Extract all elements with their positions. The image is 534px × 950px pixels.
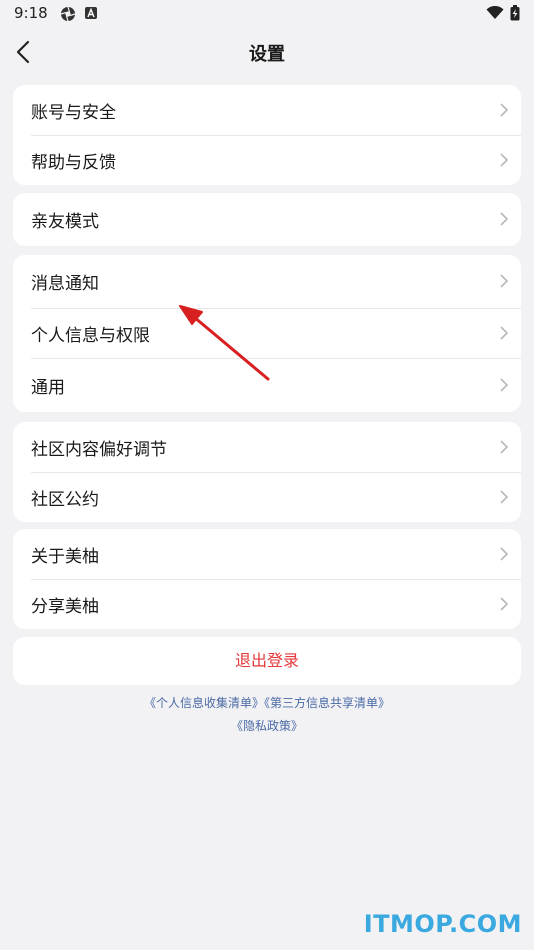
aperture-icon: [60, 6, 76, 22]
settings-group-family: 亲友模式: [13, 193, 521, 246]
policy-links-row: 《个人信息收集清单》《第三方信息共享清单》: [0, 694, 534, 711]
privacy-link-row: 《隐私政策》: [0, 717, 534, 734]
chevron-right-icon: [500, 440, 509, 454]
settings-group-about: 关于美柚 分享美柚: [13, 529, 521, 629]
page-title: 设置: [249, 44, 285, 65]
settings-group-community: 社区内容偏好调节 社区公约: [13, 422, 521, 522]
menu-item-about[interactable]: 关于美柚: [13, 529, 521, 579]
menu-item-privacy-permissions[interactable]: 个人信息与权限: [13, 308, 521, 358]
chevron-right-icon: [500, 378, 509, 392]
menu-item-community-rules[interactable]: 社区公约: [13, 472, 521, 522]
battery-charging-icon: [510, 5, 520, 21]
chevron-right-icon: [500, 153, 509, 167]
menu-item-label: 社区公约: [31, 489, 99, 510]
settings-group-general: 消息通知 个人信息与权限 通用: [13, 255, 521, 412]
chevron-right-icon: [500, 212, 509, 226]
third-party-list-link[interactable]: 《第三方信息共享清单》: [264, 696, 390, 710]
privacy-policy-link[interactable]: 《隐私政策》: [231, 719, 303, 733]
menu-item-notifications[interactable]: 消息通知: [13, 255, 521, 308]
chevron-right-icon: [500, 103, 509, 117]
menu-item-label: 帮助与反馈: [31, 152, 116, 173]
menu-item-label: 账号与安全: [31, 102, 116, 123]
personal-info-list-link[interactable]: 《个人信息收集清单》: [144, 696, 264, 710]
a-app-icon: [85, 7, 97, 19]
menu-item-share[interactable]: 分享美柚: [13, 579, 521, 629]
menu-item-help-feedback[interactable]: 帮助与反馈: [13, 135, 521, 185]
menu-item-label: 社区内容偏好调节: [31, 439, 167, 460]
settings-group-account: 账号与安全 帮助与反馈: [13, 85, 521, 185]
menu-item-label: 关于美柚: [31, 546, 99, 567]
wifi-icon: [486, 6, 504, 19]
menu-item-label: 分享美柚: [31, 596, 99, 617]
logout-button[interactable]: 退出登录: [13, 637, 521, 685]
menu-item-general[interactable]: 通用: [13, 358, 521, 412]
chevron-right-icon: [500, 490, 509, 504]
menu-item-content-preferences[interactable]: 社区内容偏好调节: [13, 422, 521, 472]
logout-label: 退出登录: [234, 651, 299, 670]
watermark: ITMOP.COM: [363, 910, 522, 938]
menu-item-label: 消息通知: [31, 274, 99, 294]
chevron-right-icon: [500, 597, 509, 611]
menu-item-label: 亲友模式: [31, 212, 99, 232]
menu-item-label: 通用: [31, 377, 65, 398]
header: 设置: [0, 30, 534, 74]
status-time: 9:18: [14, 4, 48, 22]
chevron-right-icon: [500, 547, 509, 561]
chevron-right-icon: [500, 326, 509, 340]
status-bar: 9:18: [0, 0, 534, 28]
chevron-right-icon: [500, 274, 509, 288]
menu-item-account-security[interactable]: 账号与安全: [13, 85, 521, 135]
menu-item-family-mode[interactable]: 亲友模式: [13, 193, 521, 246]
menu-item-label: 个人信息与权限: [31, 325, 150, 346]
